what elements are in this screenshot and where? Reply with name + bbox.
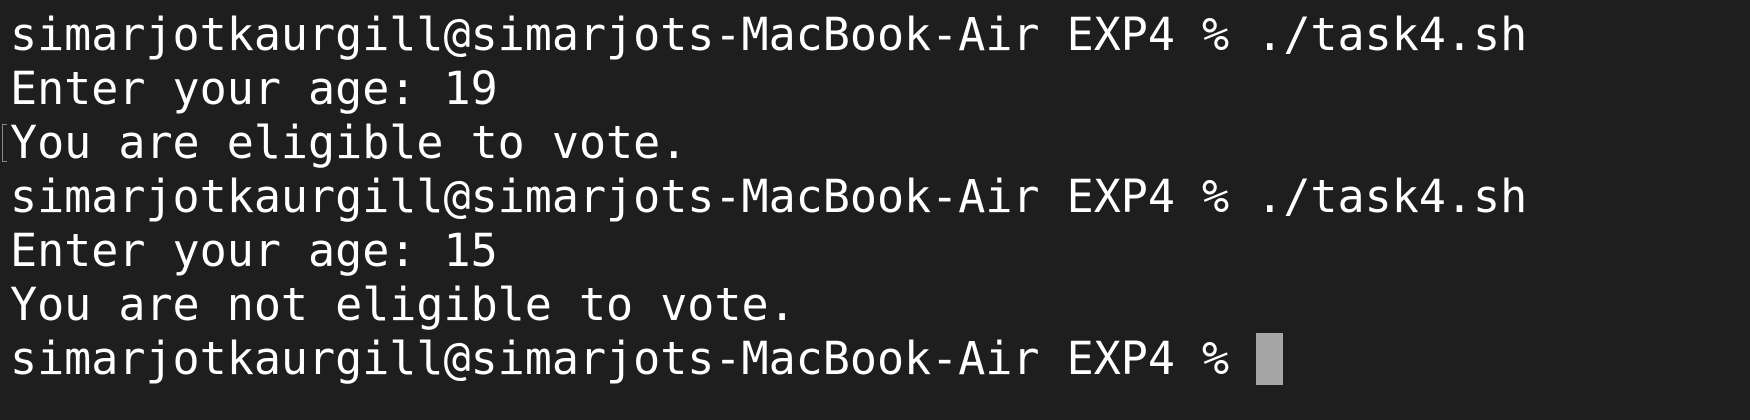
terminal-line: You are eligible to vote. (2, 116, 1750, 170)
program-output: You are not eligible to vote. (10, 278, 796, 331)
shell-prompt: simarjotkaurgill@simarjots-MacBook-Air E… (10, 8, 1257, 61)
line-mark-icon (2, 124, 7, 162)
shell-prompt: simarjotkaurgill@simarjots-MacBook-Air E… (10, 170, 1257, 223)
terminal-line: Enter your age: 19 (10, 62, 1750, 116)
terminal-line: Enter your age: 15 (10, 224, 1750, 278)
shell-command: ./task4.sh (1256, 170, 1528, 223)
program-output: Enter your age: 15 (10, 224, 498, 277)
shell-command: ./task4.sh (1256, 8, 1528, 61)
terminal-line: simarjotkaurgill@simarjots-MacBook-Air E… (10, 8, 1750, 62)
program-output: Enter your age: 19 (10, 62, 498, 115)
terminal-line: simarjotkaurgill@simarjots-MacBook-Air E… (10, 170, 1750, 224)
text-cursor-icon (1256, 333, 1284, 385)
terminal-input-line[interactable]: simarjotkaurgill@simarjots-MacBook-Air E… (10, 332, 1750, 386)
terminal-window[interactable]: simarjotkaurgill@simarjots-MacBook-Air E… (0, 0, 1750, 420)
terminal-line: You are not eligible to vote. (10, 278, 1750, 332)
program-output: You are eligible to vote. (10, 116, 688, 169)
shell-prompt: simarjotkaurgill@simarjots-MacBook-Air E… (10, 332, 1257, 385)
